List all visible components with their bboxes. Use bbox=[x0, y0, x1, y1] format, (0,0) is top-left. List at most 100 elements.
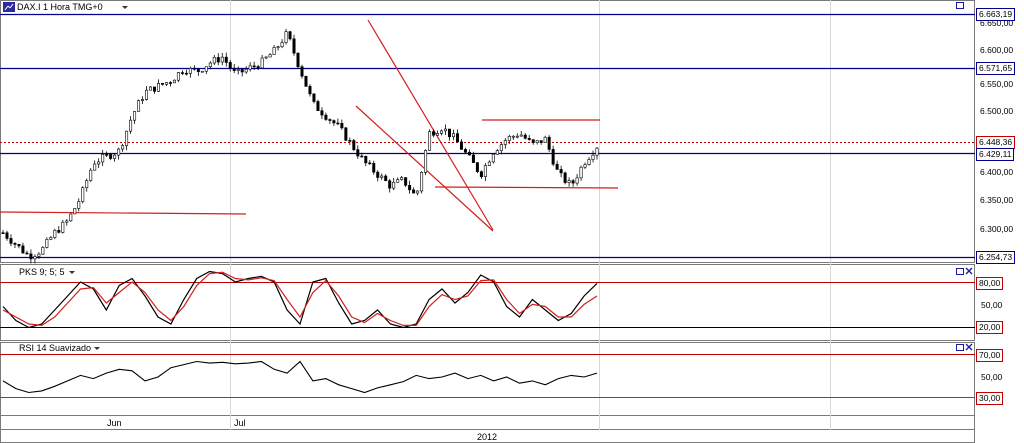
candle-body bbox=[236, 68, 240, 71]
candle-body bbox=[511, 135, 515, 138]
candle-body bbox=[248, 65, 252, 70]
candle-body bbox=[141, 99, 145, 101]
rsi-panel-frame bbox=[0, 342, 975, 416]
candle-body bbox=[113, 154, 117, 159]
candle-body bbox=[559, 169, 563, 174]
candle-body bbox=[121, 145, 125, 150]
candle-body bbox=[9, 238, 13, 244]
rsi-maximize-icon[interactable] bbox=[956, 344, 964, 351]
candle-body bbox=[256, 66, 260, 69]
chart-symbol-icon bbox=[3, 2, 15, 12]
candle-body bbox=[188, 67, 192, 74]
trend-lines[interactable] bbox=[0, 19, 619, 232]
candle-body bbox=[424, 150, 428, 173]
x-label-jul: Jul bbox=[234, 418, 246, 428]
candle-body bbox=[296, 52, 300, 67]
candle-body bbox=[204, 66, 208, 72]
candle-body bbox=[471, 154, 475, 163]
candle-body bbox=[25, 252, 29, 255]
candle-body bbox=[416, 190, 420, 194]
price-tag-support: 6.429,11 bbox=[976, 148, 1015, 161]
candle-body bbox=[495, 150, 499, 155]
candle-body bbox=[344, 127, 348, 141]
rsi-close-icon[interactable] bbox=[965, 343, 973, 351]
candle-body bbox=[479, 171, 483, 177]
vertical-gridlines bbox=[230, 0, 831, 430]
main-maximize-icon[interactable] bbox=[956, 2, 964, 9]
main-panel-title[interactable]: DAX.I 1 Hora TMG+0 bbox=[17, 2, 103, 12]
price-tick: 6.400,00 bbox=[980, 167, 1014, 177]
candle-body bbox=[551, 149, 555, 165]
candle-body bbox=[220, 56, 224, 63]
price-tick: 6.550,00 bbox=[980, 79, 1014, 89]
rsi-panel-title[interactable]: RSI 14 Suavizado bbox=[19, 343, 91, 353]
pks-k-line bbox=[2, 270, 598, 329]
candle-body bbox=[184, 72, 188, 75]
candle-body bbox=[85, 180, 89, 189]
candle-body bbox=[396, 179, 400, 183]
pks-close-icon[interactable] bbox=[965, 267, 973, 275]
main-dropdown-triangle-icon[interactable] bbox=[122, 6, 128, 9]
candle-body bbox=[53, 230, 57, 238]
candle-body bbox=[33, 256, 37, 260]
candle-body bbox=[507, 136, 511, 141]
candle-body bbox=[328, 119, 332, 121]
candle-body bbox=[515, 135, 519, 138]
price-tick: 6.350,00 bbox=[980, 195, 1014, 205]
candle-body bbox=[137, 100, 141, 112]
candle-body bbox=[316, 101, 320, 111]
candle-body bbox=[428, 131, 432, 151]
candle-body bbox=[93, 163, 97, 171]
candle-body bbox=[216, 57, 220, 63]
candle-body bbox=[483, 165, 487, 177]
candle-body bbox=[388, 180, 392, 189]
pks-dropdown-triangle-icon[interactable] bbox=[69, 271, 75, 274]
candle-body bbox=[105, 154, 109, 156]
candle-body bbox=[160, 83, 164, 85]
candle-body bbox=[284, 31, 288, 43]
candle-body bbox=[73, 208, 77, 215]
pks-maximize-icon[interactable] bbox=[956, 268, 964, 275]
candle-body bbox=[81, 187, 85, 202]
candle-body bbox=[5, 232, 9, 239]
trendline-left-horizontal bbox=[0, 211, 247, 215]
candle-body bbox=[45, 239, 49, 248]
rsi-tick-30: 30,00 bbox=[976, 392, 1004, 405]
candle-body bbox=[228, 62, 232, 69]
candle-body bbox=[503, 140, 507, 145]
candle-body bbox=[149, 86, 153, 91]
price-tick: 6.500,00 bbox=[980, 106, 1014, 116]
candle-body bbox=[300, 66, 304, 77]
trendline-range-bottom bbox=[434, 186, 619, 189]
candle-body bbox=[37, 253, 41, 257]
candle-body bbox=[69, 213, 73, 222]
pks-tick-50: 50,00 bbox=[981, 300, 1003, 310]
candle-body bbox=[192, 67, 196, 70]
candle-body bbox=[57, 230, 61, 233]
candle-body bbox=[77, 201, 81, 209]
candle-body bbox=[172, 79, 176, 84]
candle-body bbox=[527, 138, 531, 140]
rsi-line bbox=[2, 360, 598, 394]
candle-body bbox=[459, 141, 463, 150]
candle-body bbox=[440, 130, 444, 134]
trendline-wedge-upper bbox=[367, 19, 494, 231]
candle-body bbox=[180, 72, 184, 74]
candle-body bbox=[109, 154, 113, 159]
candle-body bbox=[117, 148, 121, 156]
candle-body bbox=[531, 139, 535, 143]
candle-body bbox=[523, 134, 527, 139]
candle-body bbox=[384, 175, 388, 182]
candle-body bbox=[312, 93, 316, 102]
candle-body bbox=[332, 120, 336, 124]
candle-body bbox=[304, 75, 308, 87]
pks-panel-title[interactable]: PKS 9; 5; 5 bbox=[19, 267, 65, 277]
candle-body bbox=[436, 133, 440, 136]
candle-body bbox=[308, 86, 312, 95]
candle-body bbox=[13, 243, 17, 245]
candle-body bbox=[543, 136, 547, 143]
pks-panel-frame bbox=[0, 264, 975, 341]
rsi-dropdown-triangle-icon[interactable] bbox=[94, 347, 100, 350]
candle-body bbox=[587, 159, 591, 165]
candle-body bbox=[200, 70, 204, 73]
